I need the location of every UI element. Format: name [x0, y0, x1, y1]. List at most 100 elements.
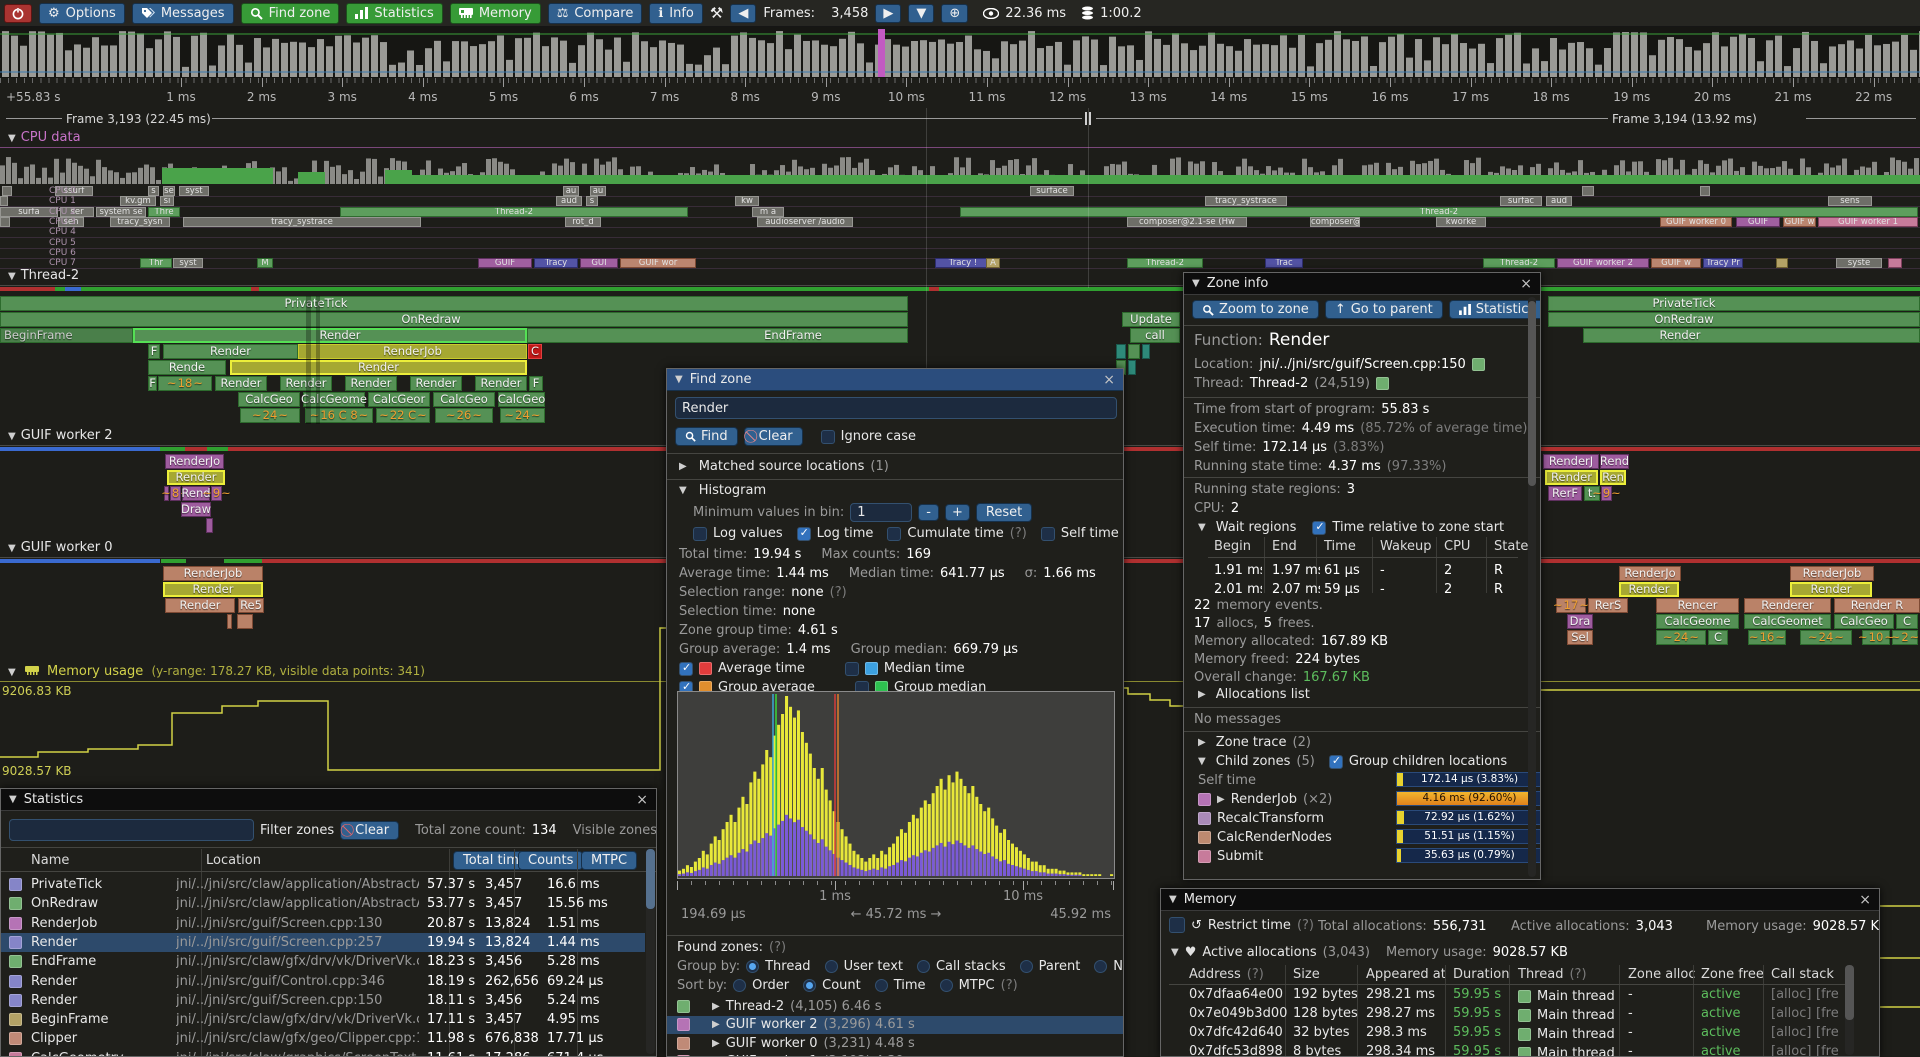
found-zones-thread-row[interactable]: ▶GUIF worker 2(3,296) 4.61 s [667, 1016, 1124, 1034]
bars-icon [1459, 304, 1471, 315]
find-zone-title-bar[interactable]: ▼Find zone× [667, 369, 1123, 391]
wait-regions-toggle[interactable]: ▼Wait regionsTime relative to zone start [1198, 520, 1504, 535]
table-row[interactable]: 0x7dfc53d8988 bytes298.34 ms59.95 sMain … [1161, 1044, 1841, 1057]
close-icon[interactable]: × [1859, 892, 1871, 908]
child-time-bar: 51.51 µs (1.15%) [1396, 829, 1541, 844]
log-values-checkbox[interactable] [693, 527, 707, 541]
child-zone-row[interactable]: Submit35.63 µs (0.79%) [1198, 849, 1528, 864]
found-zones-thread-row[interactable]: ▶GUIF worker 0(3,231) 4.48 s [667, 1034, 1124, 1052]
radio-user-text[interactable] [825, 960, 838, 973]
memory-cell: [fre [1816, 987, 1839, 1002]
table-row[interactable]: EndFramejni/../jni/src/claw/gfx/drv/vk/D… [1, 952, 645, 971]
radio-call-stacks[interactable] [917, 960, 930, 973]
zone-trace-toggle[interactable]: ▶Zone trace(2) [1198, 735, 1311, 750]
time-relative-checkbox[interactable] [1312, 521, 1326, 535]
wait-col-header: Wakeup [1380, 539, 1432, 554]
table-row[interactable]: Clipperjni/../jni/src/claw/gfx/geo/Clipp… [1, 1029, 645, 1048]
axis-tick [1097, 881, 1098, 885]
table-row[interactable]: CalcGeometryjni/../jni/src/claw/graphics… [1, 1049, 645, 1057]
child-zone-row[interactable]: CalcRenderNodes51.51 µs (1.15%) [1198, 830, 1528, 845]
axis-tick [775, 881, 776, 885]
memory-cell: active [1701, 987, 1741, 1002]
close-icon[interactable]: × [1520, 276, 1532, 292]
radio-mtpc[interactable] [940, 979, 953, 992]
find-button[interactable]: Find [675, 427, 738, 446]
bar-text: 4.16 ms (92.60%) [1397, 792, 1541, 805]
find-zone-histogram[interactable] [677, 691, 1115, 879]
child-zones-toggle[interactable]: ▼Child zones(5)Group children locations [1198, 754, 1507, 769]
bin-plus-button[interactable]: + [945, 504, 970, 521]
table-row[interactable]: 0x7e049b3d00128 bytes298.27 ms59.95 sMai… [1161, 1006, 1841, 1025]
histogram-toggle[interactable]: ▼Histogram [679, 483, 766, 498]
memory-cell: active [1701, 1044, 1741, 1057]
table-row[interactable]: BeginFramejni/../jni/src/claw/gfx/drv/vk… [1, 1010, 645, 1029]
memory-scrollbar[interactable] [1845, 965, 1854, 1020]
child-zone-row[interactable]: RecalcTransform72.92 µs (1.62%) [1198, 811, 1528, 826]
min-bin-input[interactable] [850, 503, 912, 522]
close-icon[interactable]: × [636, 792, 648, 808]
allocations-list-toggle[interactable]: ▶Allocations list [1198, 687, 1310, 702]
table-row[interactable]: Renderjni/../jni/src/guif/Screen.cpp:150… [1, 991, 645, 1010]
table-row[interactable]: RenderJobjni/../jni/src/guif/Screen.cpp:… [1, 914, 645, 933]
self-time-checkbox[interactable] [1041, 527, 1055, 541]
found-zones-thread-row[interactable]: ▶Thread-2(4,105) 6.46 s [667, 997, 1124, 1015]
find-zone-query-input[interactable] [675, 397, 1117, 419]
zone-info-title-bar[interactable]: ▼Zone info× [1184, 273, 1540, 295]
radio-no-groupi[interactable] [1094, 960, 1107, 973]
restrict-time-checkbox[interactable] [1169, 917, 1185, 933]
active-allocations-toggle[interactable]: ▼ ♥ Active allocations(3,043) Memory usa… [1171, 945, 1568, 960]
memory-cell: 128 bytes [1293, 1006, 1358, 1021]
legend-checkbox[interactable] [679, 662, 693, 676]
found-zones-thread-row[interactable]: ▶GUIF worker 1(3,192) 4.39 s [667, 1053, 1124, 1057]
thread-color-swatch[interactable] [1376, 377, 1389, 390]
clear-button[interactable]: ⃠Clear [744, 427, 803, 446]
ignore-case-checkbox[interactable] [821, 430, 835, 444]
column-separator [1372, 537, 1373, 593]
table-row[interactable]: Renderjni/../jni/src/guif/Control.cpp:34… [1, 972, 645, 991]
table-row[interactable]: 0x7dfaa64e00192 bytes298.21 ms59.95 sMai… [1161, 987, 1841, 1006]
group-children-checkbox[interactable] [1329, 755, 1343, 769]
radio-parent[interactable] [1020, 960, 1033, 973]
filter-zones-input[interactable] [9, 819, 254, 841]
axis-tick [873, 881, 874, 885]
close-icon[interactable]: × [1103, 372, 1115, 388]
sort-counts-button[interactable]: Counts [518, 851, 583, 870]
zone-info-scrollbar[interactable] [1528, 301, 1536, 486]
memory-title-bar[interactable]: ▼Memory× [1161, 889, 1879, 911]
table-row[interactable]: Renderjni/../jni/src/guif/Screen.cpp:257… [1, 933, 645, 952]
radio-order[interactable] [733, 979, 746, 992]
child-zone-row[interactable]: ▶RenderJob(×2)4.16 ms (92.60%) [1198, 792, 1528, 807]
zone-timing-line: Self time:172.14 µs(3.83%) [1194, 440, 1384, 455]
bin-reset-button[interactable]: Reset [976, 503, 1032, 522]
bar-text: 51.51 µs (1.15%) [1397, 830, 1541, 843]
log-time-checkbox[interactable] [797, 527, 811, 541]
table-row[interactable]: OnRedrawjni/../jni/src/claw/application/… [1, 894, 645, 913]
table-row[interactable]: 0x7dfc42d64032 bytes298.3 ms59.95 sMain … [1161, 1025, 1841, 1044]
column-separator [1436, 537, 1437, 593]
zoom-to-zone-button[interactable]: Zoom to zone [1192, 300, 1319, 319]
axis-tick [691, 881, 692, 885]
go-to-parent-button[interactable]: ↑Go to parent [1325, 300, 1443, 319]
matched-source-locations-toggle[interactable]: ▶Matched source locations(1) [679, 459, 889, 474]
table-row[interactable]: PrivateTickjni/../jni/src/claw/applicati… [1, 875, 645, 894]
axis-tick [943, 881, 944, 885]
clear-filter-button[interactable]: ⃠Clear [340, 821, 399, 840]
zone-timing-line: Running state time:4.37 ms(97.33%) [1194, 459, 1446, 474]
radio-time[interactable] [875, 979, 888, 992]
statistics-title-bar[interactable]: ▼Statistics× [1, 789, 656, 811]
cumulate-time-checkbox[interactable] [887, 527, 901, 541]
radio-thread[interactable] [746, 960, 759, 973]
radio-count[interactable] [803, 979, 816, 992]
location-color-swatch[interactable] [1472, 358, 1485, 371]
memory-cell: [alloc] [1771, 1006, 1811, 1021]
wait-cell: R [1494, 563, 1503, 578]
memory-panel: ▼Memory× ↺ Restrict time(?) Total alloca… [1160, 888, 1880, 1057]
sort-mtpc-button[interactable]: MTPC [581, 851, 637, 870]
bin-minus-button[interactable]: - [918, 504, 939, 521]
statistics-scrollbar[interactable] [646, 849, 655, 909]
legend-checkbox[interactable] [845, 662, 859, 676]
axis-label: 10 ms [1003, 889, 1043, 904]
zone-memory-line: Overall change:167.67 KB [1194, 670, 1370, 685]
memory-cell: [alloc] [1771, 1044, 1811, 1057]
axis-tick [1111, 881, 1112, 885]
